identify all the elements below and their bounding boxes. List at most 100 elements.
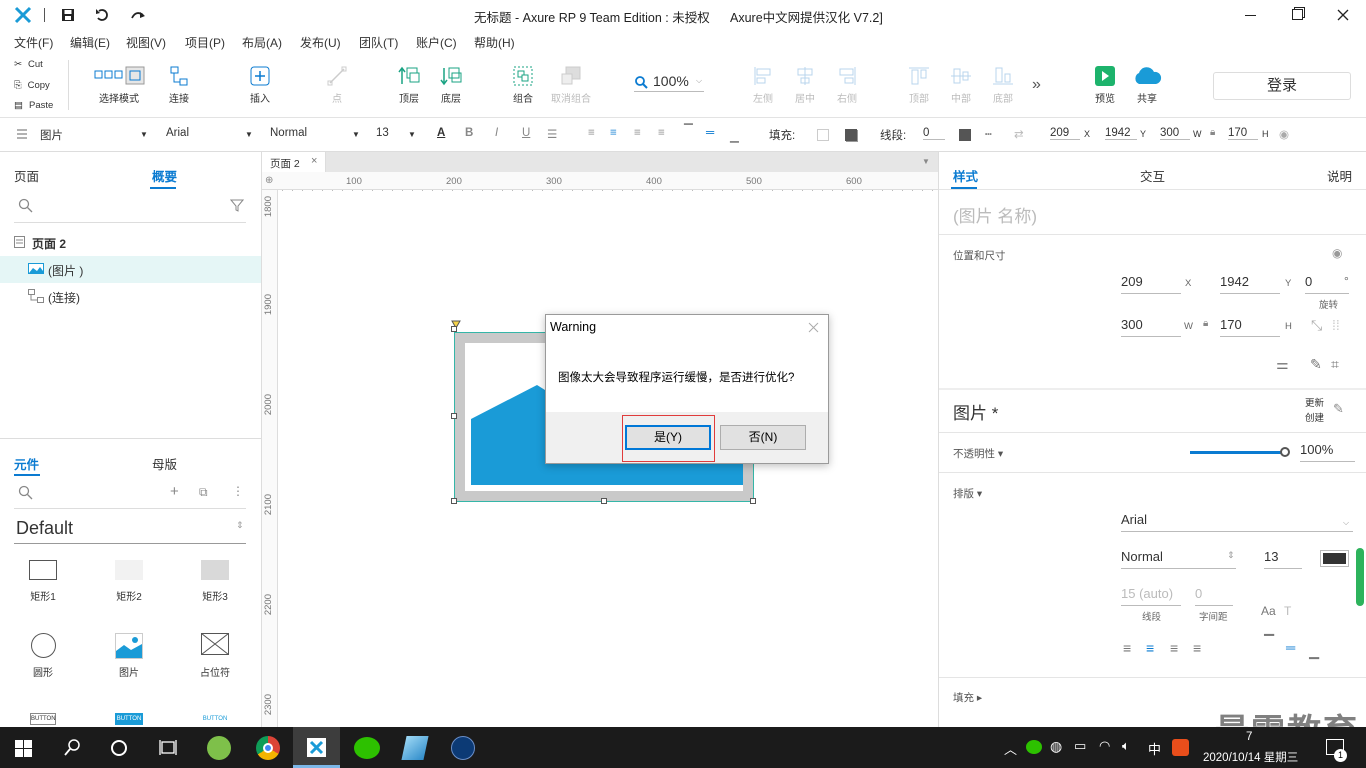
shadow-swatch[interactable] bbox=[845, 129, 857, 141]
tab-outline[interactable]: 概要 bbox=[152, 166, 177, 185]
bold-icon[interactable]: B bbox=[465, 127, 473, 139]
align-left-button[interactable]: 左侧 bbox=[748, 66, 778, 105]
more-vertical-icon[interactable]: ⋮ bbox=[232, 484, 244, 498]
send-to-back-button[interactable]: 底层 bbox=[434, 66, 468, 105]
outline-item-image[interactable]: (图片 ) bbox=[48, 262, 83, 279]
ungroup-button[interactable]: 取消组合 bbox=[548, 66, 594, 105]
share-button[interactable]: 共享 bbox=[1130, 66, 1164, 105]
stroke-color-swatch[interactable] bbox=[959, 129, 971, 141]
h-input[interactable]: 170 bbox=[1228, 127, 1258, 140]
canvas-tab[interactable]: 页面 2 × bbox=[262, 152, 326, 172]
tray-wechat-icon[interactable] bbox=[1026, 740, 1042, 754]
edit-pencil-icon[interactable]: ✎ bbox=[1310, 356, 1322, 373]
bring-to-front-button[interactable]: 顶层 bbox=[392, 66, 426, 105]
text-align-left-icon[interactable]: ≡ bbox=[588, 127, 595, 139]
tray-device-icon[interactable]: ▭ bbox=[1074, 738, 1086, 754]
widget-button-2[interactable]: BUTTON bbox=[115, 713, 143, 725]
bullet-list-icon[interactable]: ☰ bbox=[547, 127, 557, 141]
update-style-button[interactable]: 更新 bbox=[1305, 395, 1324, 409]
outline-item-connector[interactable]: (连接) bbox=[48, 289, 80, 306]
windows-start-icon[interactable] bbox=[15, 740, 32, 757]
select-mode-button[interactable]: 选择模式 bbox=[92, 66, 146, 105]
valign-bottom-icon[interactable]: ▁ bbox=[730, 129, 739, 143]
arrow-style-icon[interactable]: ⇄ bbox=[1014, 127, 1024, 141]
y-field[interactable]: 1942 bbox=[1220, 274, 1280, 294]
widget-button-3[interactable]: BUTTON bbox=[200, 713, 230, 725]
menu-publish[interactable]: 发布(U) bbox=[300, 34, 341, 51]
copy-button[interactable]: ⎘ Copy bbox=[14, 80, 50, 91]
menu-project[interactable]: 项目(P) bbox=[185, 34, 225, 51]
font-weight-select[interactable]: Normal bbox=[270, 127, 307, 139]
close-tab-icon[interactable]: × bbox=[311, 155, 317, 167]
group-button[interactable]: 组合 bbox=[506, 66, 540, 105]
font-color-swatch[interactable] bbox=[1320, 550, 1349, 567]
scrollbar-thumb[interactable] bbox=[1356, 548, 1364, 606]
widget-image[interactable]: 图片 bbox=[94, 633, 164, 679]
library-copy-icon[interactable]: ⧉ bbox=[199, 485, 208, 500]
valign-middle-icon[interactable]: ═ bbox=[706, 127, 714, 139]
valign-top-icon[interactable]: ▔ bbox=[684, 123, 693, 137]
cut-button[interactable]: ✂ Cut bbox=[14, 59, 43, 70]
valign-top-icon[interactable]: ▔ bbox=[1264, 634, 1274, 650]
widget-rect2[interactable]: 矩形2 bbox=[94, 560, 164, 603]
resize-handle[interactable] bbox=[601, 498, 607, 504]
widget-name-input[interactable]: (图片 名称) bbox=[953, 202, 1037, 227]
wifi-icon[interactable]: ◠ bbox=[1099, 738, 1110, 754]
opacity-label[interactable]: 不透明性 ▾ bbox=[953, 446, 1003, 461]
tray-qq-icon[interactable]: ◍ bbox=[1050, 738, 1062, 755]
widget-button-1[interactable]: BUTTON bbox=[30, 713, 56, 725]
paste-button[interactable]: ▤ Paste bbox=[14, 100, 53, 111]
tab-masters[interactable]: 母版 bbox=[152, 454, 177, 473]
connect-button[interactable]: 连接 bbox=[162, 66, 196, 105]
text-align-right-icon[interactable]: ≡ bbox=[1170, 640, 1178, 656]
eye-icon[interactable]: ◉ bbox=[1332, 246, 1342, 260]
font-weight-field[interactable]: Normal bbox=[1121, 549, 1236, 569]
h-field[interactable]: 170 bbox=[1220, 317, 1280, 337]
overflow-chevron-icon[interactable]: » bbox=[1032, 76, 1041, 94]
y-input[interactable]: 1942 bbox=[1105, 127, 1137, 140]
tray-chevron-icon[interactable]: ︿ bbox=[1004, 739, 1017, 758]
outline-page-name[interactable]: 页面 2 bbox=[32, 235, 66, 252]
close-window-icon[interactable] bbox=[1337, 9, 1349, 21]
auto-size-icon[interactable]: ⁞⁞ bbox=[1332, 317, 1340, 333]
tab-notes[interactable]: 说明 bbox=[1327, 166, 1352, 185]
underline-icon[interactable]: U bbox=[522, 127, 530, 139]
tab-pages[interactable]: 页面 bbox=[14, 166, 39, 185]
line-height-field[interactable]: 15 (auto) bbox=[1121, 586, 1181, 606]
resize-handle[interactable] bbox=[451, 498, 457, 504]
lock-icon[interactable]: 🔒︎ bbox=[1203, 318, 1208, 329]
menu-view[interactable]: 视图(V) bbox=[126, 34, 166, 51]
lock-icon[interactable]: 🔒︎ bbox=[1210, 127, 1215, 138]
menu-layout[interactable]: 布局(A) bbox=[242, 34, 282, 51]
zoom-select[interactable]: 100% ⌵ bbox=[634, 72, 704, 92]
login-button[interactable]: 登录 bbox=[1213, 72, 1351, 100]
preview-button[interactable]: 预览 bbox=[1090, 66, 1120, 105]
search-icon[interactable] bbox=[18, 198, 33, 213]
font-family-field[interactable]: Arial bbox=[1121, 512, 1353, 532]
letter-spacing-field[interactable]: 0 bbox=[1195, 586, 1233, 606]
element-type-select[interactable]: 图片 bbox=[40, 127, 63, 143]
text-align-center-icon[interactable]: ≡ bbox=[1146, 640, 1154, 656]
align-middle-button[interactable]: 中部 bbox=[946, 66, 976, 105]
align-bottom-button[interactable]: 底部 bbox=[988, 66, 1018, 105]
redo-icon[interactable] bbox=[130, 8, 146, 22]
text-align-left-icon[interactable]: ≡ bbox=[1123, 640, 1131, 656]
sogou-ime-icon[interactable] bbox=[1172, 739, 1189, 756]
undo-icon[interactable] bbox=[95, 8, 110, 22]
valign-middle-icon[interactable]: ═ bbox=[1286, 640, 1295, 655]
filter-icon[interactable] bbox=[230, 198, 244, 212]
add-library-icon[interactable]: + bbox=[170, 483, 179, 500]
widget-rect3[interactable]: 矩形3 bbox=[180, 560, 250, 603]
yes-button[interactable]: 是(Y) bbox=[625, 425, 711, 450]
text-align-right-icon[interactable]: ≡ bbox=[634, 127, 641, 139]
cortana-icon[interactable] bbox=[111, 740, 127, 756]
fill-color-swatch[interactable] bbox=[817, 129, 829, 141]
save-icon[interactable] bbox=[61, 8, 75, 22]
text-align-center-icon[interactable]: ≡ bbox=[610, 127, 617, 139]
stroke-pattern-icon[interactable]: ┅ bbox=[985, 127, 992, 141]
fill-section-label[interactable]: 填充 ▸ bbox=[953, 690, 982, 705]
tab-dropdown-icon[interactable]: ▼ bbox=[922, 157, 930, 166]
fit-content-icon[interactable]: ⤡ bbox=[1311, 317, 1322, 334]
italic-icon[interactable]: I bbox=[495, 127, 498, 139]
widget-placeholder[interactable]: 占位符 bbox=[180, 633, 250, 679]
